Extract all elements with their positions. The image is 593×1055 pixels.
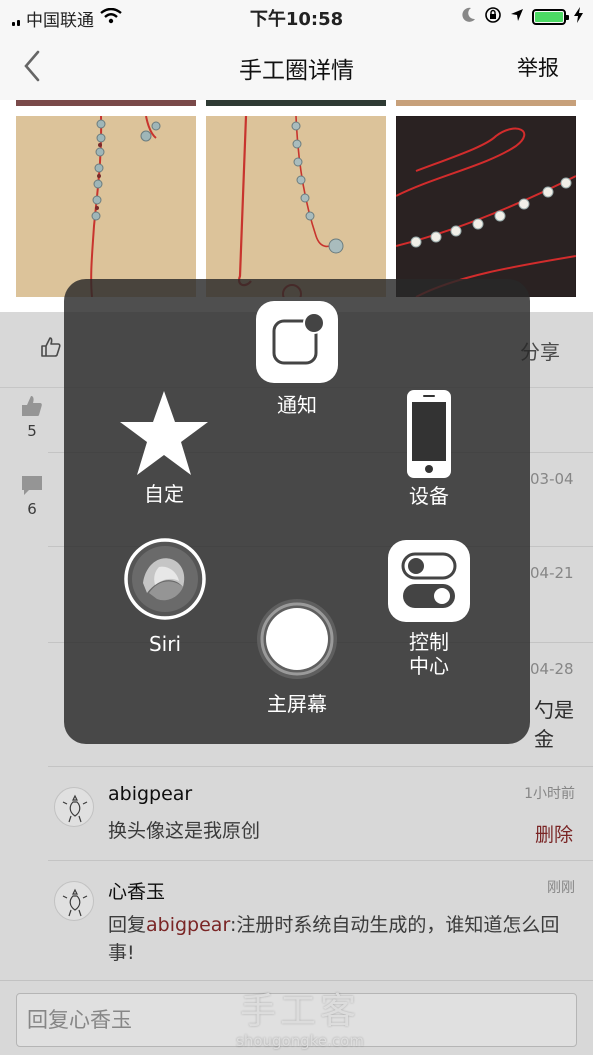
comment-time: 刚刚 bbox=[547, 880, 575, 896]
comment-text: 回复abigpear:注册时系统自动生成的，谁知道怎么回事! bbox=[108, 911, 578, 967]
report-button[interactable]: 举报 bbox=[517, 52, 559, 82]
assistive-touch-menu: 通知 自定 设备 Siri 主屏幕 控制 中心 bbox=[64, 279, 530, 744]
control-center-label-line1: 控制 bbox=[409, 630, 449, 654]
comment-text-fragment: 勺是金 bbox=[534, 698, 574, 751]
comment-text: 换头像这是我原创 bbox=[108, 820, 261, 842]
device-button[interactable]: 设备 bbox=[389, 389, 469, 508]
control-center-button[interactable]: 控制 中心 bbox=[388, 540, 470, 678]
comment-time: 03-04 bbox=[530, 470, 574, 488]
comment-count: 6 bbox=[18, 474, 46, 518]
device-label: 设备 bbox=[409, 484, 449, 508]
thumbs-up-icon[interactable] bbox=[40, 336, 62, 362]
thumbs-up-icon bbox=[22, 396, 42, 416]
notifications-label: 通知 bbox=[277, 393, 317, 417]
comment-bubble-icon bbox=[22, 476, 42, 495]
reply-prefix: 回复 bbox=[108, 914, 147, 936]
star-icon bbox=[120, 391, 208, 475]
like-count: 5 bbox=[18, 394, 46, 440]
moon-icon bbox=[462, 7, 476, 27]
siri-label: Siri bbox=[148, 632, 182, 656]
siri-button[interactable]: Siri bbox=[123, 537, 207, 656]
status-bar: 中国联通 下午10:58 bbox=[0, 0, 593, 330]
avatar[interactable] bbox=[54, 787, 94, 827]
location-icon bbox=[510, 8, 524, 26]
photo-2[interactable] bbox=[206, 116, 386, 297]
photo-3[interactable] bbox=[396, 116, 576, 297]
custom-button[interactable]: 自定 bbox=[116, 389, 212, 506]
siri-icon bbox=[124, 538, 206, 620]
photo-top-strip bbox=[16, 100, 196, 106]
home-label: 主屏幕 bbox=[267, 692, 327, 716]
delete-button[interactable]: 删除 bbox=[535, 820, 573, 847]
comment-time: 04-21 bbox=[530, 564, 574, 582]
avatar[interactable] bbox=[54, 881, 94, 921]
notifications-button[interactable]: 通知 bbox=[256, 301, 338, 417]
battery-icon bbox=[532, 9, 569, 25]
custom-label: 自定 bbox=[144, 482, 184, 506]
like-count-value: 5 bbox=[27, 422, 37, 440]
notification-center-icon bbox=[272, 312, 325, 365]
mention-link[interactable]: abigpear bbox=[146, 914, 230, 936]
photo-top-strip bbox=[396, 100, 576, 106]
comment-count-value: 6 bbox=[27, 500, 37, 518]
watermark-domain: shougongke.com bbox=[236, 1032, 364, 1050]
home-circle-icon bbox=[257, 599, 337, 679]
comment-item: 心香玉 刚刚 回复abigpear:注册时系统自动生成的，谁知道怎么回事! bbox=[0, 861, 593, 979]
comment-time: 1小时前 bbox=[524, 786, 575, 802]
control-center-label-line2: 中心 bbox=[409, 654, 449, 678]
iphone-icon bbox=[407, 390, 451, 478]
photo-1[interactable] bbox=[16, 116, 196, 297]
comment-username[interactable]: 心香玉 bbox=[108, 877, 165, 904]
watermark: 手工客 shougongke.com bbox=[230, 982, 370, 1050]
toggle-switches-icon bbox=[401, 552, 457, 608]
charging-icon bbox=[574, 7, 583, 27]
comment-time: 04-28 bbox=[530, 660, 574, 678]
nav-bar: 手工圈详情 举报 bbox=[0, 34, 593, 100]
home-button[interactable]: 主屏幕 bbox=[248, 597, 346, 716]
comment-item: abigpear 1小时前 换头像这是我原创 删除 bbox=[0, 767, 593, 860]
rotation-lock-icon bbox=[484, 6, 502, 28]
notification-tile bbox=[256, 301, 338, 383]
comment-username[interactable]: abigpear bbox=[108, 783, 192, 805]
page-title: 手工圈详情 bbox=[239, 58, 354, 84]
control-center-tile bbox=[388, 540, 470, 622]
photo-top-strip bbox=[206, 100, 386, 106]
watermark-brand: 手工客 bbox=[239, 991, 360, 1032]
